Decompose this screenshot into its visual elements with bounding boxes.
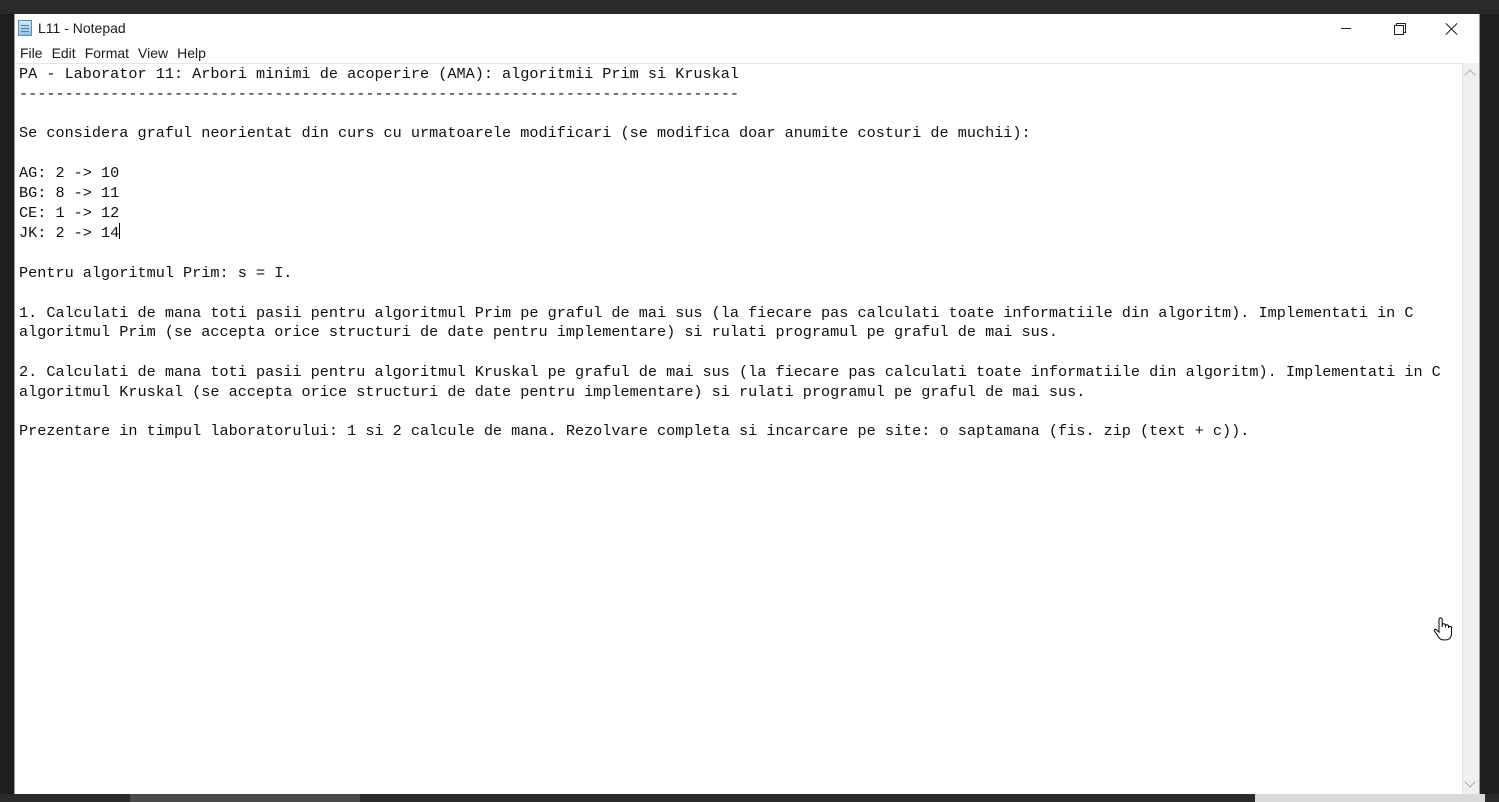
- scroll-up-icon[interactable]: [1464, 69, 1476, 81]
- taskbar-segment: [130, 794, 360, 802]
- taskbar-segment: [1255, 794, 1485, 802]
- menu-help[interactable]: Help: [173, 43, 210, 63]
- title-bar[interactable]: L11 - Notepad: [15, 14, 1479, 43]
- taskbar-strip: [0, 794, 1499, 802]
- menu-view[interactable]: View: [134, 43, 172, 63]
- line-task1-b: algoritmul Prim (se accepta orice struct…: [19, 323, 1058, 342]
- editor-content[interactable]: PA - Laborator 11: Arbori minimi de acop…: [15, 64, 1462, 442]
- line-task2-b: algoritmul Kruskal (se accepta orice str…: [19, 382, 1086, 401]
- hand-cursor-icon: [1433, 617, 1452, 641]
- line-title: PA - Laborator 11: Arbori minimi de acop…: [19, 65, 740, 83]
- notepad-window: L11 - Notepad File Edit Format View Help…: [14, 14, 1480, 794]
- line-edge-bg: BG: 8 -> 11: [19, 183, 120, 202]
- line-intro: Se considera graful neorientat din curs …: [19, 124, 1031, 143]
- menu-format[interactable]: Format: [81, 43, 133, 63]
- text-editor[interactable]: PA - Laborator 11: Arbori minimi de acop…: [15, 63, 1462, 794]
- line-presentation: Prezentare in timpul laboratorului: 1 si…: [19, 422, 1250, 441]
- window-title: L11 - Notepad: [38, 20, 126, 36]
- scroll-down-icon[interactable]: [1464, 776, 1476, 788]
- notepad-icon[interactable]: [18, 20, 32, 36]
- line-separator: ----------------------------------------…: [19, 84, 740, 103]
- minimize-button[interactable]: [1323, 14, 1369, 43]
- line-edge-jk: JK: 2 -> 14: [19, 224, 120, 243]
- close-button[interactable]: [1429, 14, 1475, 43]
- screen-top-strip: [0, 0, 1499, 14]
- vertical-scrollbar[interactable]: [1462, 63, 1479, 794]
- line-prim-start: Pentru algoritmul Prim: s = I.: [19, 263, 293, 282]
- line-edge-ag: AG: 2 -> 10: [19, 163, 120, 182]
- line-task2-a: 2. Calculati de mana toti pasii pentru a…: [19, 362, 1441, 381]
- restore-button[interactable]: [1376, 14, 1422, 43]
- menu-file[interactable]: File: [16, 43, 47, 63]
- close-icon: [1445, 22, 1459, 36]
- line-task1-a: 1. Calculati de mana toti pasii pentru a…: [19, 303, 1414, 322]
- menu-edit[interactable]: Edit: [48, 43, 80, 63]
- line-edge-ce: CE: 1 -> 12: [19, 203, 120, 222]
- text-caret: [119, 223, 121, 240]
- menu-bar: File Edit Format View Help: [15, 43, 210, 63]
- restore-icon: [1393, 23, 1406, 35]
- minimize-icon: [1341, 28, 1351, 29]
